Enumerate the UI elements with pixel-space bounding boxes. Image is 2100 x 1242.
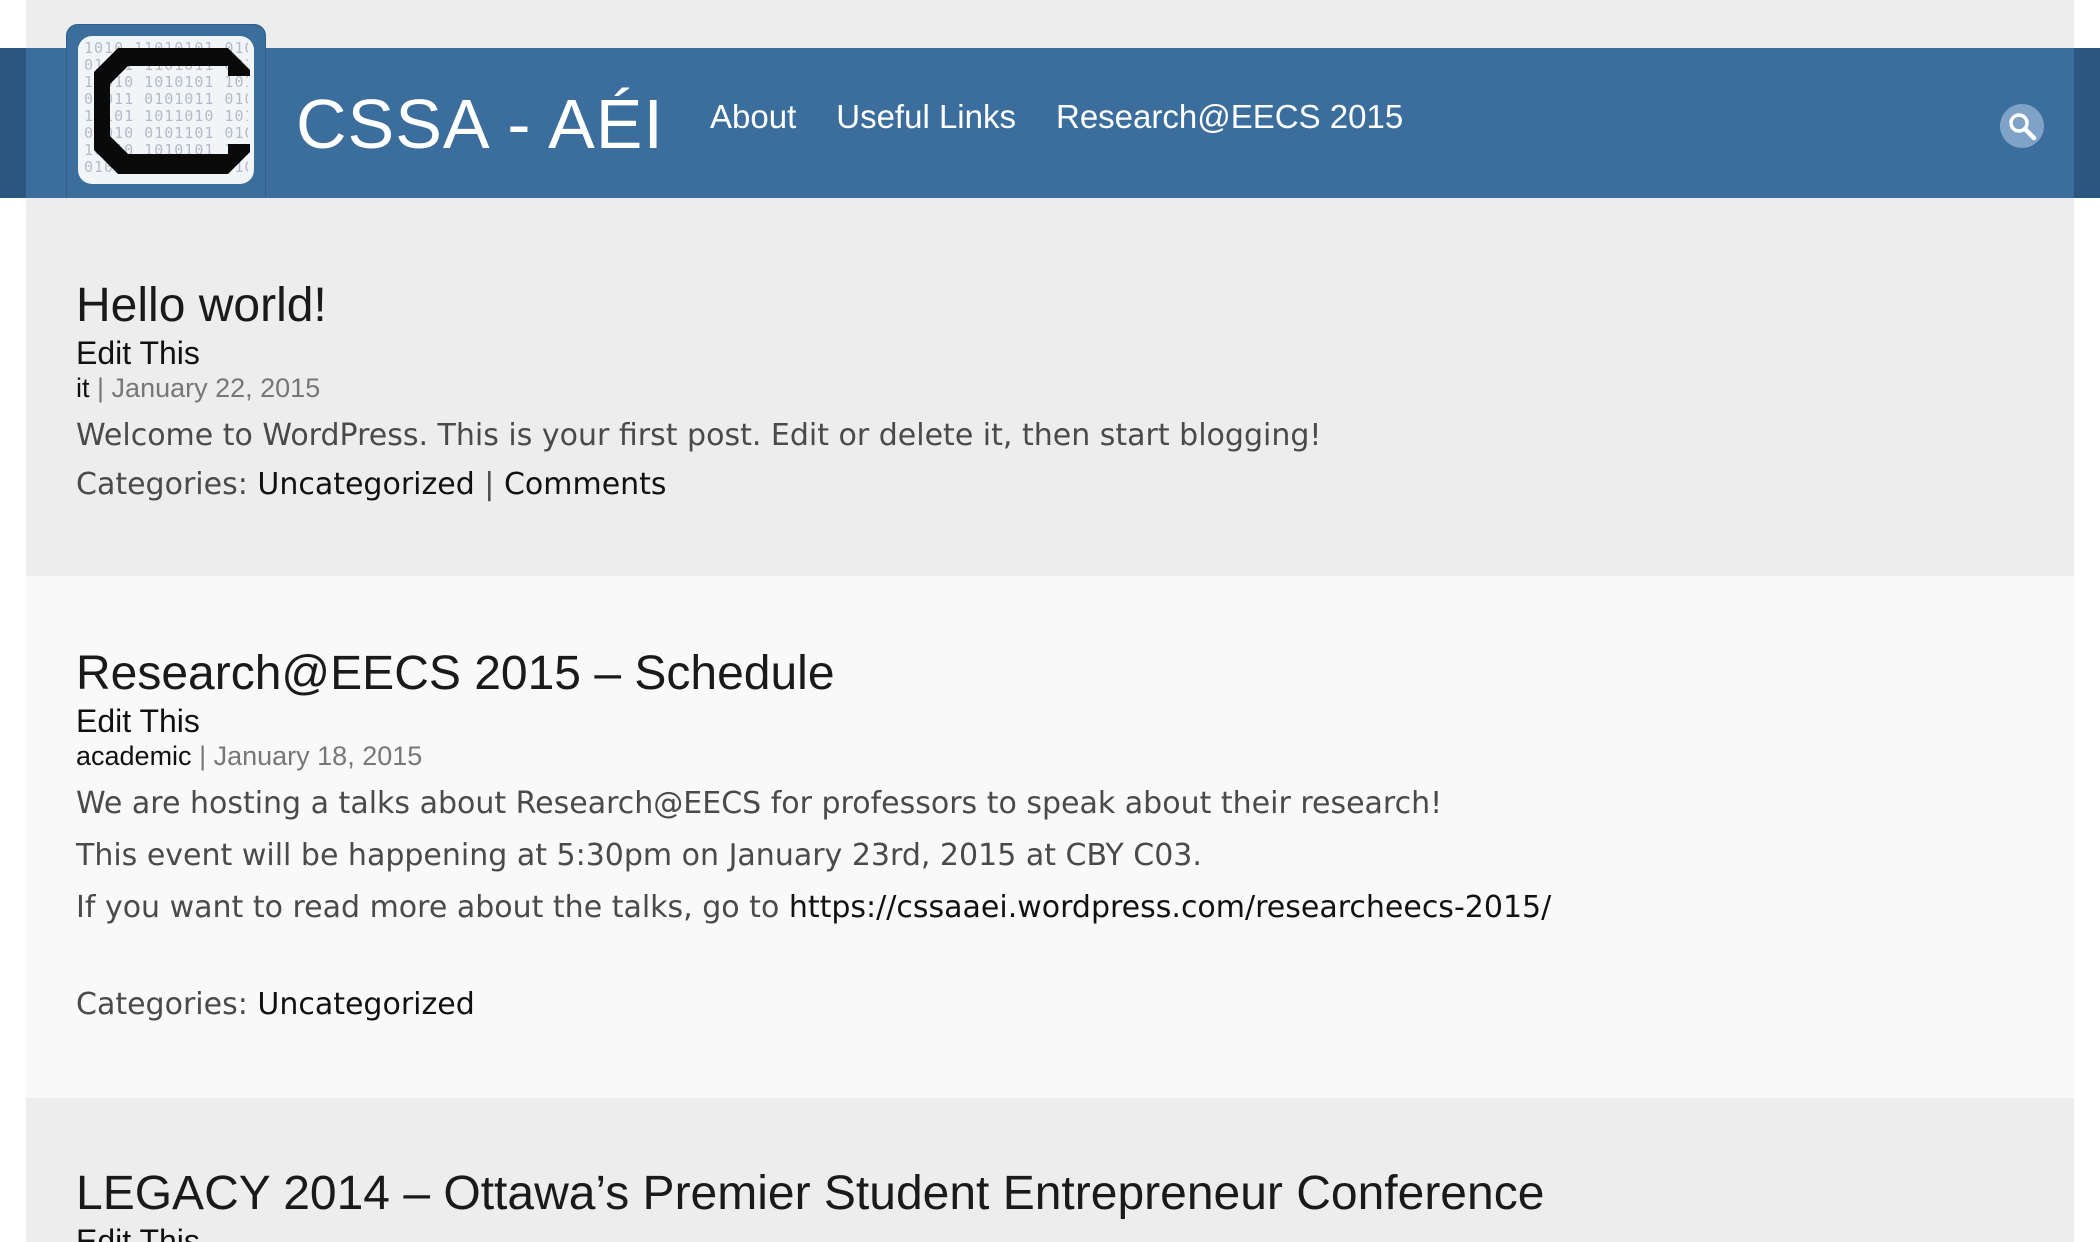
post-research-eecs-schedule: Research@EECS 2015 – Schedule Edit This …: [26, 576, 2074, 1098]
post-legacy-2014: LEGACY 2014 – Ottawa’s Premier Student E…: [26, 1098, 2074, 1242]
category-link-uncategorized[interactable]: Uncategorized: [257, 987, 474, 1022]
post-title[interactable]: Hello world!: [76, 278, 2024, 334]
post-title[interactable]: LEGACY 2014 – Ottawa’s Premier Student E…: [76, 1166, 2024, 1222]
site-title[interactable]: CSSA - AÉI: [296, 74, 664, 174]
post-categories: Categories: Uncategorized: [76, 982, 2024, 1028]
meta-separator: |: [199, 741, 207, 771]
post-title[interactable]: Research@EECS 2015 – Schedule: [76, 646, 2024, 702]
edit-this-link[interactable]: Edit This: [76, 702, 2024, 740]
nav-item-useful-links[interactable]: Useful Links: [836, 98, 1016, 136]
header-edge-right: [2074, 48, 2100, 198]
search-button[interactable]: [2000, 104, 2044, 148]
post-date: January 18, 2015: [213, 741, 423, 771]
research-eecs-url-link[interactable]: https://cssaaei.wordpress.com/researchee…: [789, 890, 1551, 925]
post-author[interactable]: it: [76, 373, 90, 403]
nav-item-about[interactable]: About: [710, 98, 796, 136]
nav-item-research-eecs-2015[interactable]: Research@EECS 2015: [1056, 98, 1403, 136]
meta-separator: |: [97, 373, 105, 403]
post-categories: Categories: Uncategorized | Comments: [76, 462, 2024, 508]
logo-screen: 1010 11010101 01010 01011 1101011 00101 …: [78, 36, 254, 184]
categories-label: Categories:: [76, 987, 248, 1022]
post-author[interactable]: academic: [76, 741, 192, 771]
category-link-uncategorized[interactable]: Uncategorized: [257, 467, 474, 502]
post-meta: academic | January 18, 2015: [76, 740, 2024, 772]
main-nav: About Useful Links Research@EECS 2015: [710, 98, 1403, 136]
categories-separator: |: [484, 467, 495, 502]
categories-label: Categories:: [76, 467, 248, 502]
post-body-line: We are hosting a talks about Research@EE…: [76, 786, 1443, 821]
edit-this-link[interactable]: Edit This: [76, 1222, 2024, 1242]
post-meta: it | January 22, 2015: [76, 372, 2024, 404]
post-body-line: Welcome to WordPress. This is your first…: [76, 418, 1322, 453]
post-date: January 22, 2015: [111, 373, 321, 403]
site-logo[interactable]: 1010 11010101 01010 01011 1101011 00101 …: [66, 24, 266, 224]
post-body-link-line: If you want to read more about the talks…: [76, 882, 2024, 934]
edit-this-link[interactable]: Edit This: [76, 334, 2024, 372]
logo-c-icon: [94, 48, 250, 174]
comments-link[interactable]: Comments: [504, 467, 667, 502]
post-body-line: This event will be happening at 5:30pm o…: [76, 838, 1202, 873]
header-edge-left: [0, 48, 26, 198]
search-icon: [2009, 113, 2037, 141]
link-prefix: If you want to read more about the talks…: [76, 890, 789, 925]
post-hello-world: Hello world! Edit This it | January 22, …: [26, 198, 2074, 576]
